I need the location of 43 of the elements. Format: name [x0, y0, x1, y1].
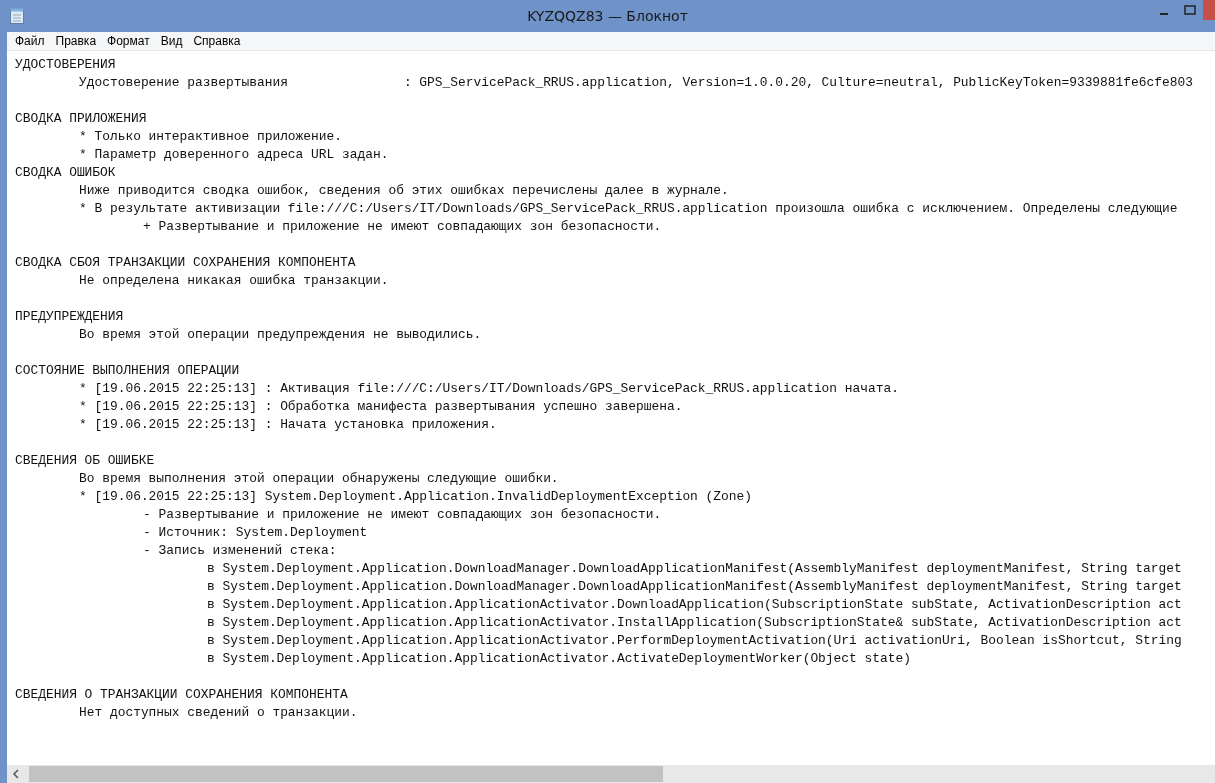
section-heading: СВОДКА ОШИБОК	[15, 164, 116, 182]
text-line: Во время этой операции предупреждения не выводились.	[79, 326, 482, 344]
notepad-icon	[10, 8, 24, 24]
text-line: * [19.06.2015 22:25:13] : Обработка манифеста развертывания успешно завершена.	[79, 398, 683, 416]
text-line: - Развертывание и приложение не имеют совпадающих зон безопасности.	[143, 506, 662, 524]
text-line: Ниже приводится сводка ошибок, сведения об этих ошибках перечислены далее в журнале.	[79, 182, 729, 200]
section-heading: УДОСТОВЕРЕНИЯ	[15, 56, 116, 74]
menu-item[interactable]: Формат	[101, 32, 155, 50]
section-heading: СВОДКА ПРИЛОЖЕНИЯ	[15, 110, 147, 128]
menu-item[interactable]: Файл	[9, 32, 50, 50]
text-line: Не определена никакая ошибка транзакции.	[79, 272, 389, 290]
menu-item[interactable]: Правка	[49, 32, 102, 50]
text-line: * Параметр доверенного адреса URL задан.	[79, 146, 389, 164]
menu-item[interactable]: Справка	[187, 32, 246, 50]
text-editor[interactable]	[7, 51, 1215, 765]
text-line: * Только интерактивное приложение.	[79, 128, 342, 146]
window-title: KYZQQZ83 — Блокнот	[527, 8, 688, 24]
text-line: Нет доступных сведений о транзакции.	[79, 704, 358, 722]
section-heading: ПРЕДУПРЕЖДЕНИЯ	[15, 308, 124, 326]
text-line: * [19.06.2015 22:25:13] System.Deployment.Application.InvalidDeploymentException (Zone)	[79, 488, 752, 506]
maximize-icon	[1184, 5, 1196, 15]
text-line: в System.Deployment.Application.DownloadManager.DownloadApplicationManifest(AssemblyManifest deploymentManifest, String target	[207, 578, 1182, 596]
text-line: * [19.06.2015 22:25:13] : Начата установка приложения.	[79, 416, 497, 434]
text-line: в System.Deployment.Application.ApplicationActivator.ActivateDeploymentWorker(Object state)	[207, 650, 911, 668]
horizontal-scrollbar[interactable]	[7, 765, 1215, 783]
menu-item[interactable]: Вид	[154, 32, 188, 50]
section-heading: СВЕДЕНИЯ О ТРАНЗАКЦИИ СОХРАНЕНИЯ КОМПОНЕНТА	[15, 686, 348, 704]
text-line: в System.Deployment.Application.DownloadManager.DownloadApplicationManifest(AssemblyManifest deploymentManifest, String target	[207, 560, 1182, 578]
text-line: в System.Deployment.Application.ApplicationActivator.PerformDeploymentActivation(Uri activationUri, Boolean isShortcut, String	[207, 632, 1182, 650]
text-line: Удостоверение развертывания : GPS_ServicePack_RRUS.application, Version=1.0.0.20, Culture=neutral, PublicKeyToken=9339881fe6cfe803	[79, 74, 1193, 92]
text-line: * В результате активизации file:///C:/Users/IT/Downloads/GPS_ServicePack_RRUS.application произошла ошибка с исключением. Определены следующие	[79, 200, 1178, 218]
section-heading: СВЕДЕНИЯ ОБ ОШИБКЕ	[15, 452, 155, 470]
text-line: в System.Deployment.Application.ApplicationActivator.DownloadApplication(SubscriptionState subState, ActivationDescription act	[207, 596, 1182, 614]
text-line: - Запись изменений стека:	[143, 542, 337, 560]
text-line: * [19.06.2015 22:25:13] : Активация file:///C:/Users/IT/Downloads/GPS_ServicePack_RRUS.application начата.	[79, 380, 899, 398]
text-line: + Развертывание и приложение не имеют совпадающих зон безопасности.	[143, 218, 662, 236]
text-line: Во время выполнения этой операции обнаружены следующие ошибки.	[79, 470, 559, 488]
scrollbar-thumb[interactable]	[29, 766, 663, 782]
text-line: в System.Deployment.Application.ApplicationActivator.InstallApplication(SubscriptionState& subState, ActivationDescription act	[207, 614, 1182, 632]
text-line: - Источник: System.Deployment	[143, 524, 368, 542]
section-heading: СОСТОЯНИЕ ВЫПОЛНЕНИЯ ОПЕРАЦИИ	[15, 362, 240, 380]
section-heading: СВОДКА СБОЯ ТРАНЗАКЦИИ СОХРАНЕНИЯ КОМПОНЕНТА	[15, 254, 356, 272]
minimize-icon	[1160, 12, 1168, 15]
